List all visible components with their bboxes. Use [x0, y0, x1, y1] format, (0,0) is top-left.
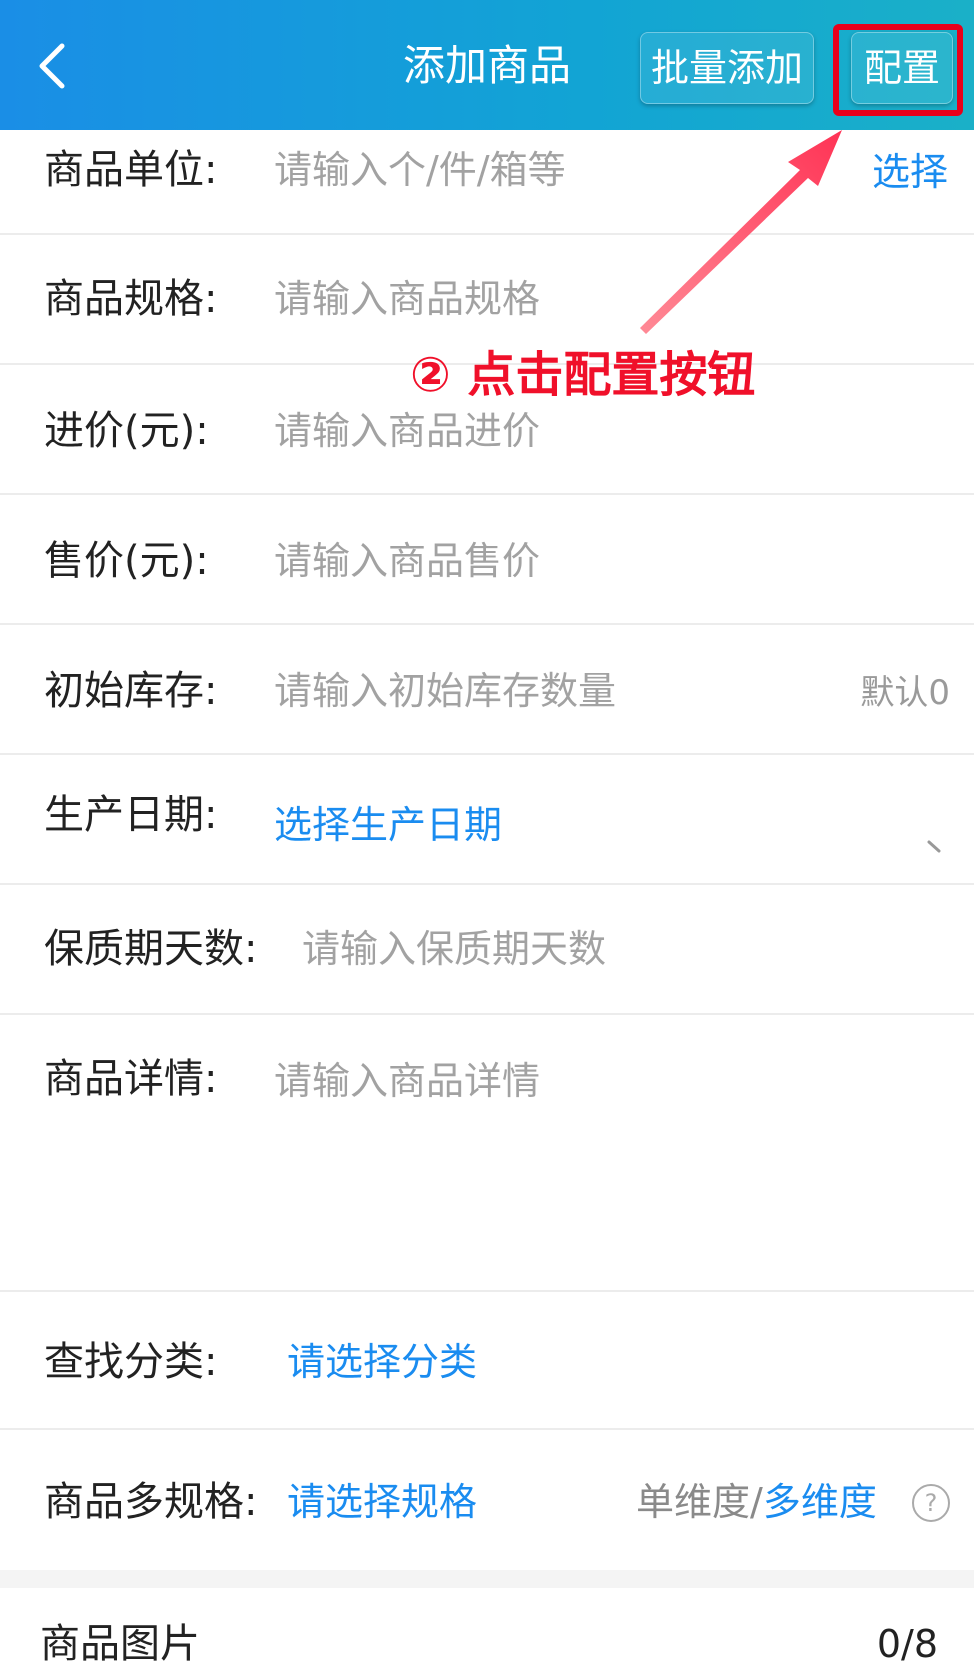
category-row[interactable]: 查找分类: 请选择分类 — [0, 1292, 974, 1430]
single-dimension-option[interactable]: 单维度/ — [636, 1480, 763, 1524]
mfg-date-picker[interactable]: 选择生产日期 — [274, 799, 502, 851]
batch-add-button[interactable]: 批量添加 — [640, 32, 814, 104]
price-label: 售价(元): — [44, 538, 209, 584]
details-label: 商品详情: — [44, 1056, 218, 1102]
images-label: 商品图片 — [40, 1621, 200, 1667]
stock-default-hint: 默认0 — [860, 673, 950, 713]
app-header: 添加商品 批量添加 配置 — [0, 0, 974, 130]
price-row[interactable]: 售价(元): 请输入商品售价 — [0, 495, 974, 625]
unit-select-link[interactable]: 选择 — [872, 146, 950, 198]
multi-spec-row[interactable]: 商品多规格: 请选择规格 单维度/多维度 ? — [0, 1430, 974, 1570]
unit-row[interactable]: 商品单位: 请输入个/件/箱等 选择 — [0, 130, 974, 235]
multi-spec-mode[interactable]: 单维度/多维度 — [636, 1476, 877, 1528]
unit-input[interactable]: 请输入个/件/箱等 — [274, 144, 566, 196]
cost-label: 进价(元): — [44, 408, 209, 454]
multi-spec-label: 商品多规格: — [44, 1479, 258, 1525]
chevron-right-icon — [927, 840, 941, 853]
stock-row[interactable]: 初始库存: 请输入初始库存数量 默认0 — [0, 625, 974, 755]
stock-label: 初始库存: — [44, 668, 218, 714]
multi-dimension-option[interactable]: 多维度 — [763, 1480, 877, 1524]
category-picker[interactable]: 请选择分类 — [287, 1336, 477, 1388]
section-separator — [0, 1570, 974, 1588]
category-label: 查找分类: — [44, 1339, 218, 1385]
shelf-life-input[interactable]: 请输入保质期天数 — [302, 923, 606, 975]
details-row[interactable]: 商品详情: 请输入商品详情 — [0, 1015, 974, 1292]
shelf-life-label: 保质期天数: — [44, 926, 258, 972]
question-circle-icon[interactable]: ? — [912, 1484, 950, 1522]
page-title: 添加商品 — [402, 41, 571, 90]
images-row: 商品图片 0/8 — [0, 1588, 974, 1674]
price-input[interactable]: 请输入商品售价 — [274, 535, 540, 587]
spec-label: 商品规格: — [44, 276, 218, 322]
shelf-life-row[interactable]: 保质期天数: 请输入保质期天数 — [0, 885, 974, 1015]
highlight-box — [833, 24, 963, 116]
stock-input[interactable]: 请输入初始库存数量 — [274, 665, 616, 717]
mfg-date-row[interactable]: 生产日期: 选择生产日期 — [0, 755, 974, 885]
spec-input[interactable]: 请输入商品规格 — [274, 273, 540, 325]
images-count: 0/8 — [876, 1622, 938, 1666]
cost-input[interactable]: 请输入商品进价 — [274, 405, 540, 457]
mfg-date-label: 生产日期: — [44, 792, 218, 838]
multi-spec-picker[interactable]: 请选择规格 — [287, 1476, 477, 1528]
annotation-text: ② 点击配置按钮 — [410, 347, 756, 403]
details-textarea[interactable]: 请输入商品详情 — [274, 1055, 540, 1107]
unit-label: 商品单位: — [44, 147, 218, 193]
